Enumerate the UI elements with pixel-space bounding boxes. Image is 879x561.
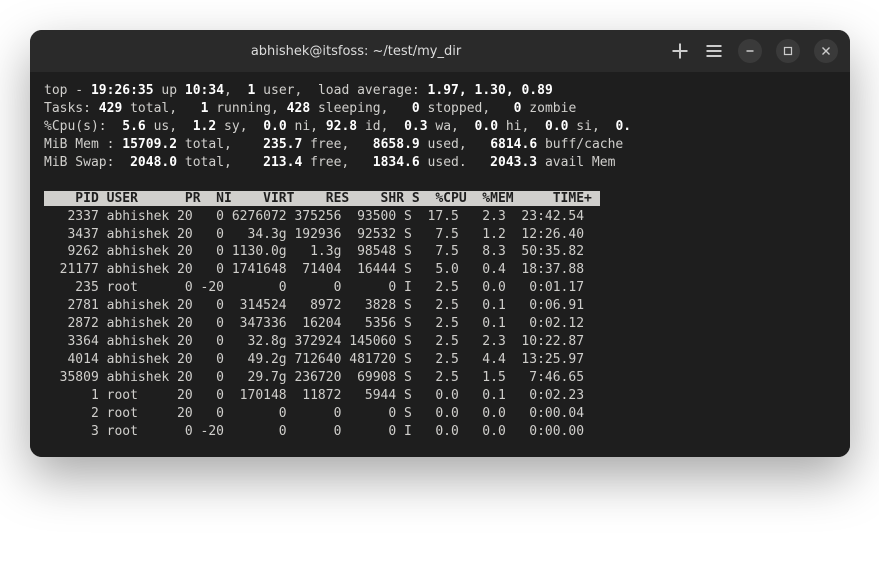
new-tab-button[interactable] [670, 41, 690, 61]
summary-cpu: %Cpu(s): 5.6 us, 1.2 sy, 0.0 ni, 92.8 id… [44, 119, 631, 134]
menu-button[interactable] [704, 41, 724, 61]
summary-mem: MiB Mem : 15709.2 total, 235.7 free, 865… [44, 137, 623, 152]
maximize-button[interactable] [776, 39, 800, 63]
column-headers: PID USER PR NI VIRT RES SHR S %CPU %MEM … [44, 191, 600, 206]
summary-line-1: top - 19:26:35 up 10:34, 1 user, load av… [44, 83, 553, 98]
minimize-button[interactable] [738, 39, 762, 63]
process-table: 2337 abhishek 20 0 6276072 375256 93500 … [44, 209, 584, 439]
terminal-body[interactable]: top - 19:26:35 up 10:34, 1 user, load av… [30, 72, 850, 457]
summary-tasks: Tasks: 429 total, 1 running, 428 sleepin… [44, 101, 576, 116]
close-button[interactable] [814, 39, 838, 63]
terminal-window: abhishek@itsfoss: ~/test/my_dir top - 19… [30, 30, 850, 457]
window-title: abhishek@itsfoss: ~/test/my_dir [42, 44, 670, 59]
summary-swap: MiB Swap: 2048.0 total, 213.4 free, 1834… [44, 155, 623, 170]
top-output: top - 19:26:35 up 10:34, 1 user, load av… [44, 82, 836, 441]
titlebar: abhishek@itsfoss: ~/test/my_dir [30, 30, 850, 72]
titlebar-controls [670, 39, 838, 63]
